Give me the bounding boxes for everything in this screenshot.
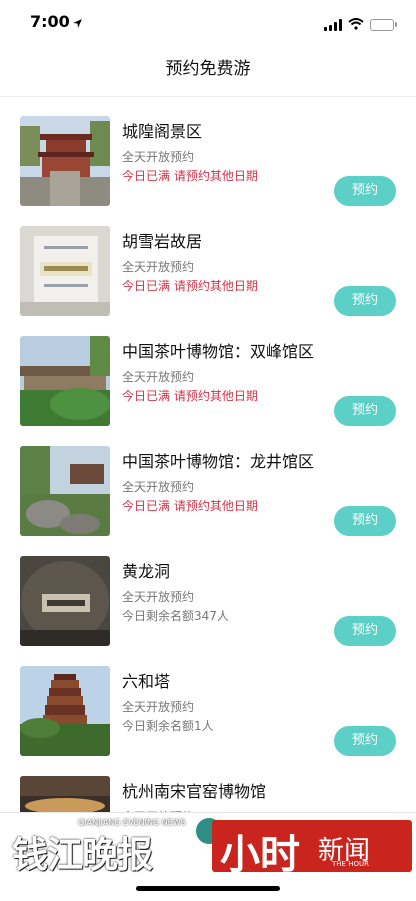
- availability-status: 今日剩余名额347人: [122, 609, 229, 623]
- list-item[interactable]: 中国茶叶博物馆：双峰馆区 全天开放预约 今日已满 请预约其他日期 预约: [0, 316, 416, 426]
- attraction-name: 胡雪岩故居: [122, 232, 203, 251]
- availability-status: 今日已满 请预约其他日期: [122, 279, 258, 293]
- reserve-button[interactable]: 预约: [334, 506, 396, 536]
- reserve-button[interactable]: 预约: [334, 286, 396, 316]
- list-item[interactable]: 胡雪岩故居 全天开放预约 今日已满 请预约其他日期 预约: [0, 206, 416, 316]
- status-bar: 7:00: [0, 0, 416, 44]
- open-hours-text: 全天开放预约: [122, 150, 195, 164]
- attraction-photo: [20, 556, 110, 646]
- list-item[interactable]: 黄龙洞 全天开放预约 今日剩余名额347人 预约: [0, 536, 416, 646]
- watermark-left-logo: 钱江晚报: [12, 835, 153, 876]
- availability-status: 今日剩余名额1人: [122, 719, 214, 733]
- attraction-photo: [20, 226, 110, 316]
- status-time: 7:00: [30, 12, 70, 31]
- attraction-photo: [20, 446, 110, 536]
- attraction-photo: [20, 336, 110, 426]
- home-indicator[interactable]: [136, 886, 280, 891]
- watermark-right-subtitle: THE HOUR: [332, 860, 369, 868]
- attraction-name: 杭州南宋官窑博物馆: [122, 782, 267, 801]
- open-hours-text: 全天开放预约: [122, 260, 195, 274]
- attraction-name: 黄龙洞: [122, 562, 171, 581]
- availability-status: 今日已满 请预约其他日期: [122, 169, 258, 183]
- wifi-icon: [348, 15, 364, 34]
- availability-status: 今日已满 请预约其他日期: [122, 499, 258, 513]
- reserve-button[interactable]: 预约: [334, 726, 396, 756]
- attraction-list: 城隍阁景区 全天开放预约 今日已满 请预约其他日期 预约 胡雪岩故居 全天开放预…: [0, 96, 416, 866]
- attraction-name: 六和塔: [122, 672, 171, 691]
- page-title: 预约免费游: [165, 59, 251, 79]
- attraction-name: 中国茶叶博物馆：龙井馆区: [122, 452, 315, 471]
- reserve-button[interactable]: 预约: [334, 176, 396, 206]
- watermark-banner: 钱江晚报 QIANJIANG EVENING NEWS 小时 新闻 THE HO…: [0, 812, 416, 882]
- open-hours-text: 全天开放预约: [122, 700, 195, 714]
- attraction-photo: [20, 666, 110, 756]
- battery-icon: [370, 18, 397, 31]
- attraction-photo: [20, 116, 110, 206]
- availability-status: 今日已满 请预约其他日期: [122, 389, 258, 403]
- location-arrow-icon: [72, 14, 83, 33]
- open-hours-text: 全天开放预约: [122, 370, 195, 384]
- open-hours-text: 全天开放预约: [122, 590, 195, 604]
- attraction-name: 城隍阁景区: [122, 122, 203, 141]
- list-item[interactable]: 城隍阁景区 全天开放预约 今日已满 请预约其他日期 预约: [0, 96, 416, 206]
- cellular-signal-icon: [324, 18, 342, 31]
- watermark-left-subtitle: QIANJIANG EVENING NEWS: [78, 818, 186, 827]
- open-hours-text: 全天开放预约: [122, 480, 195, 494]
- watermark-right-logo: 小时: [220, 832, 300, 878]
- reserve-button[interactable]: 预约: [334, 396, 396, 426]
- list-item[interactable]: 中国茶叶博物馆：龙井馆区 全天开放预约 今日已满 请预约其他日期 预约: [0, 426, 416, 536]
- reserve-button[interactable]: 预约: [334, 616, 396, 646]
- list-item[interactable]: 六和塔 全天开放预约 今日剩余名额1人 预约: [0, 646, 416, 756]
- attraction-name: 中国茶叶博物馆：双峰馆区: [122, 342, 315, 361]
